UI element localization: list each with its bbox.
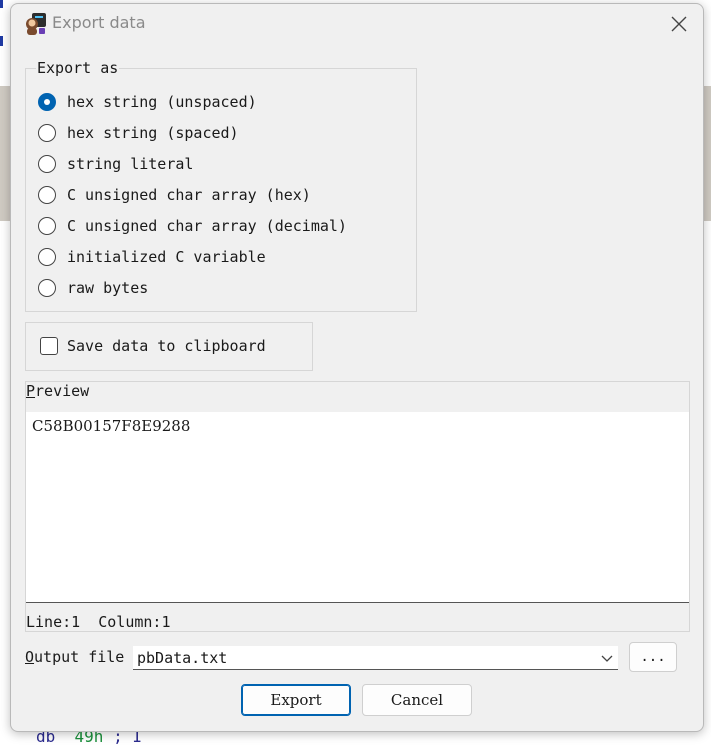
cancel-button[interactable]: Cancel	[362, 684, 472, 716]
save-to-clipboard-label[interactable]: Save data to clipboard	[67, 337, 266, 355]
preview-section: Preview C58B00157F8E9288 Line:1 Column:1	[25, 381, 690, 632]
radio-button[interactable]	[38, 93, 56, 111]
export-option-4[interactable]: C unsigned char array (decimal)	[38, 214, 347, 238]
export-button[interactable]: Export	[241, 684, 351, 716]
title-bar: Export data	[11, 4, 703, 44]
clipboard-group: Save data to clipboard	[25, 322, 313, 371]
export-option-6[interactable]: raw bytes	[38, 276, 148, 300]
cursor-position-status: Line:1 Column:1	[26, 613, 171, 631]
background-code-fragment	[0, 0, 3, 8]
export-option-3[interactable]: C unsigned char array (hex)	[38, 183, 311, 207]
radio-button[interactable]	[38, 186, 56, 204]
radio-label[interactable]: string literal	[67, 155, 193, 173]
radio-button[interactable]	[38, 124, 56, 142]
export-data-dialog: Export data Export as hex string (unspac…	[10, 3, 704, 732]
browse-button[interactable]: ...	[629, 642, 677, 672]
radio-label[interactable]: hex string (unspaced)	[67, 93, 257, 111]
radio-label[interactable]: C unsigned char array (decimal)	[67, 217, 347, 235]
output-file-value: pbData.txt	[137, 649, 228, 667]
output-file-label: Output file	[25, 648, 125, 666]
output-file-combobox[interactable]: pbData.txt	[133, 646, 618, 670]
export-as-group: Export as hex string (unspaced) hex strin…	[25, 59, 417, 312]
chevron-down-icon[interactable]	[600, 651, 614, 665]
radio-button[interactable]	[38, 279, 56, 297]
radio-label[interactable]: initialized C variable	[67, 248, 266, 266]
export-option-0[interactable]: hex string (unspaced)	[38, 90, 257, 114]
preview-label: Preview	[26, 382, 90, 400]
dialog-title: Export data	[52, 13, 146, 32]
export-option-1[interactable]: hex string (spaced)	[38, 121, 239, 145]
background-code-fragment	[0, 36, 3, 46]
radio-label[interactable]: C unsigned char array (hex)	[67, 186, 311, 204]
preview-content: C58B00157F8E9288	[32, 417, 191, 435]
export-option-5[interactable]: initialized C variable	[38, 245, 266, 269]
close-icon[interactable]	[667, 12, 691, 36]
preview-textarea[interactable]: C58B00157F8E9288	[26, 412, 689, 603]
radio-button[interactable]	[38, 217, 56, 235]
save-to-clipboard-checkbox[interactable]	[40, 337, 58, 355]
radio-label[interactable]: raw bytes	[67, 279, 148, 297]
app-icon	[26, 13, 46, 35]
export-as-label: Export as	[36, 59, 120, 77]
radio-button[interactable]	[38, 248, 56, 266]
export-option-2[interactable]: string literal	[38, 152, 193, 176]
background-window-strip	[0, 86, 10, 221]
radio-button[interactable]	[38, 155, 56, 173]
radio-label[interactable]: hex string (spaced)	[67, 124, 239, 142]
